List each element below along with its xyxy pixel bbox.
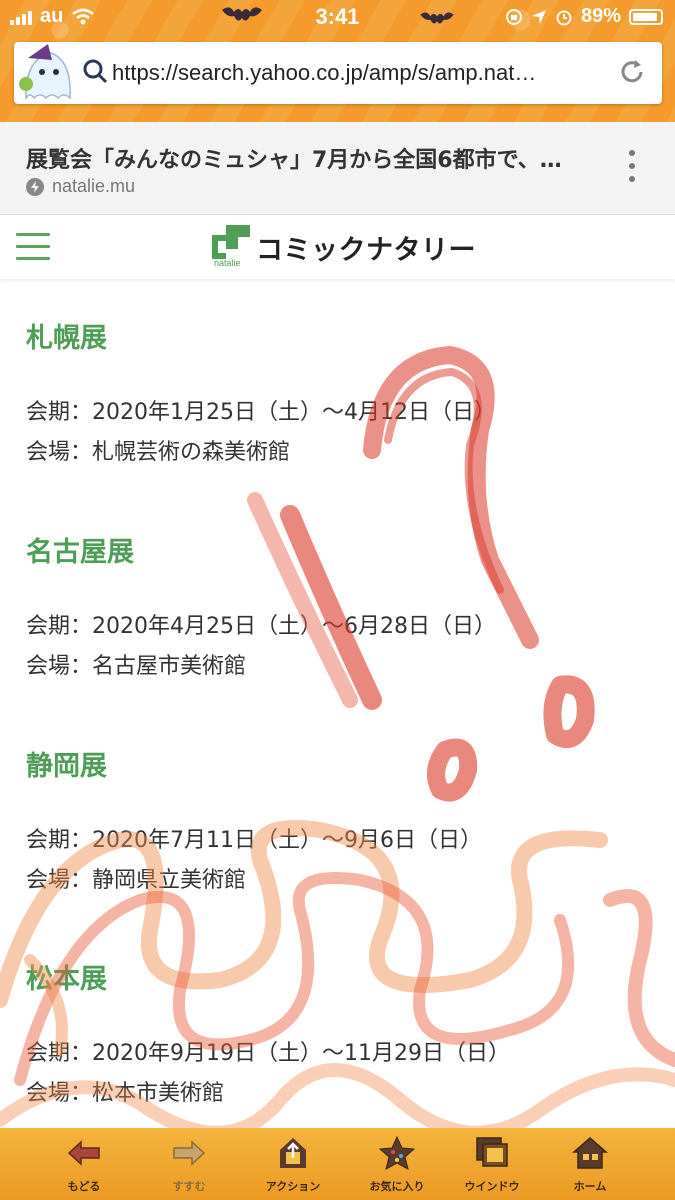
venue-period: 会期：2020年9月19日（土）〜11月29日（日） — [26, 1041, 510, 1066]
url-text: https://search.yahoo.co.jp/amp/s/amp.nat… — [112, 60, 537, 85]
ghost-mascot-icon — [19, 44, 71, 100]
hamburger-menu-icon[interactable] — [16, 233, 50, 269]
bookmarks-button[interactable]: お気に入り — [347, 1134, 447, 1194]
star-icon — [378, 1135, 416, 1170]
page-info-card: 展覧会「みんなのミュシャ」7月から全国6都市で、… natalie.mu — [0, 122, 675, 215]
bat-decoration-icon — [420, 12, 454, 24]
page-title: 展覧会「みんなのミュシャ」7月から全国6都市で、… — [26, 148, 562, 173]
back-arrow-icon — [67, 1140, 100, 1166]
window-label: ウインドウ — [464, 1180, 520, 1193]
amp-lightning-icon — [26, 177, 44, 196]
battery-percent: 89% — [580, 5, 621, 27]
forward-button[interactable]: すすむ — [139, 1134, 239, 1194]
back-button[interactable]: もどる — [34, 1134, 134, 1194]
venue-section: 松本展 会期：2020年9月19日（土）〜11月29日（日） 会場：松本市美術館 — [26, 957, 510, 1114]
venue-section: 名古屋展 会期：2020年4月25日（土）〜6月28日（日） 会場：名古屋市美術… — [26, 530, 496, 687]
address-bar[interactable]: https://search.yahoo.co.jp/amp/s/amp.nat… — [14, 42, 662, 104]
venue-title: 名古屋展 — [26, 537, 134, 568]
venue-title: 札幌展 — [26, 323, 107, 354]
venue-place: 会場：松本市美術館 — [26, 1081, 225, 1106]
venue-section: 札幌展 会期：2020年1月25日（土）〜4月12日（日） 会場：札幌芸術の森美… — [26, 316, 496, 473]
alarm-icon — [556, 10, 572, 25]
logo-small-text: natalie — [214, 258, 241, 268]
venue-title: 松本展 — [26, 964, 107, 995]
venue-period: 会期：2020年1月25日（土）〜4月12日（日） — [26, 400, 496, 425]
site-logo[interactable]: natalie コミックナタリー — [212, 225, 476, 269]
site-header: natalie コミックナタリー — [0, 215, 675, 279]
page-domain: natalie.mu — [52, 176, 136, 196]
share-box-icon — [280, 1138, 306, 1168]
venue-place: 会場：静岡県立美術館 — [26, 868, 247, 893]
home-label: ホーム — [573, 1180, 607, 1193]
reload-icon[interactable] — [616, 56, 648, 88]
rotation-lock-icon — [505, 8, 522, 25]
location-icon — [531, 9, 546, 24]
home-icon — [572, 1137, 608, 1169]
forward-arrow-icon — [173, 1140, 206, 1166]
venue-place: 会場：名古屋市美術館 — [26, 654, 247, 679]
action-button[interactable]: アクション — [243, 1134, 343, 1194]
home-button[interactable]: ホーム — [540, 1134, 640, 1194]
browser-toolbar: もどる すすむ アクション お気に入り ウインドウ ホーム — [0, 1128, 675, 1200]
action-label: アクション — [265, 1180, 321, 1193]
bat-decoration-icon — [222, 7, 262, 21]
back-label: もどる — [67, 1180, 101, 1193]
more-menu-icon[interactable] — [629, 150, 637, 189]
search-icon — [83, 59, 108, 84]
status-bar: au 3:41 89% — [0, 0, 675, 36]
logo-text: コミックナタリー — [256, 234, 476, 266]
window-button[interactable]: ウインドウ — [442, 1134, 542, 1194]
venue-period: 会期：2020年4月25日（土）〜6月28日（日） — [26, 614, 496, 639]
windows-icon — [476, 1137, 508, 1167]
venue-place: 会場：札幌芸術の森美術館 — [26, 440, 291, 465]
battery-icon — [629, 8, 663, 25]
venue-section: 静岡展 会期：2020年7月11日（土）〜9月6日（日） 会場：静岡県立美術館 — [26, 744, 482, 901]
forward-label: すすむ — [172, 1180, 206, 1193]
bookmarks-label: お気に入り — [369, 1180, 425, 1193]
venue-title: 静岡展 — [26, 751, 107, 782]
natalie-logo-icon: natalie — [212, 225, 250, 269]
venue-period: 会期：2020年7月11日（土）〜9月6日（日） — [26, 828, 482, 853]
